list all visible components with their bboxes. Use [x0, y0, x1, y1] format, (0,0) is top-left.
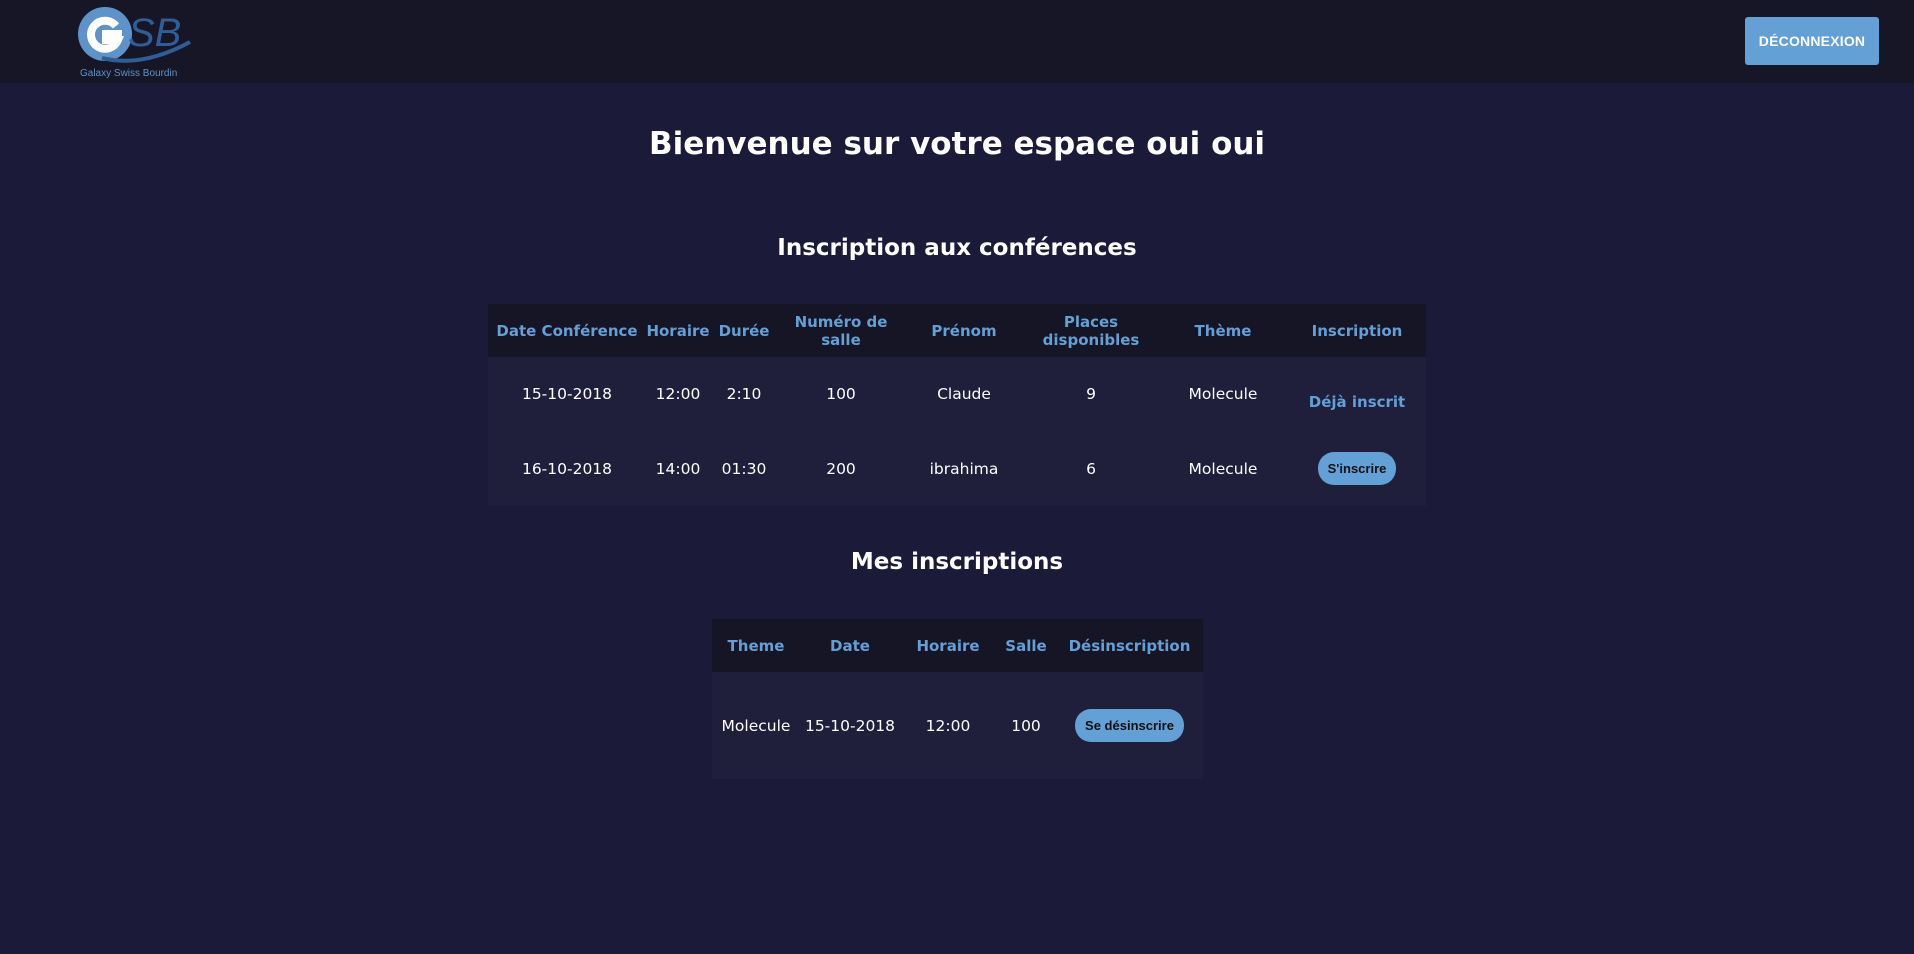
- conferences-section-title: Inscription aux conférences: [777, 235, 1137, 261]
- cell-theme: Molecule: [1158, 357, 1288, 431]
- cell-places: 9: [1024, 357, 1158, 431]
- cell-inscription: Déjà inscrit: [1288, 357, 1426, 431]
- column-header-places: Places disponibles: [1024, 304, 1158, 357]
- cell-date: 15-10-2018: [488, 357, 646, 431]
- my-registrations-table: Theme Date Horaire Salle Désinscription …: [712, 619, 1203, 779]
- already-registered-label: Déjà inscrit: [1308, 392, 1406, 411]
- register-button[interactable]: S'inscrire: [1317, 452, 1397, 485]
- cell-theme: Molecule: [1158, 431, 1288, 506]
- column-header-theme: Thème: [1158, 304, 1288, 357]
- cell-inscription: S'inscrire: [1288, 431, 1426, 506]
- cell-date: 15-10-2018: [800, 672, 900, 779]
- column-header-duree: Durée: [710, 304, 778, 357]
- page-title: Bienvenue sur votre espace oui oui: [648, 126, 1266, 162]
- column-header-salle: Numéro de salle: [778, 304, 904, 357]
- cell-desinscription: Se désinscrire: [1056, 672, 1203, 779]
- cell-horaire: 12:00: [646, 357, 710, 431]
- cell-horaire: 14:00: [646, 431, 710, 506]
- table-row: 15-10-2018 12:00 2:10 100 Claude 9 Molec…: [488, 357, 1426, 431]
- column-header-salle: Salle: [996, 619, 1056, 672]
- my-registrations-table-header: Theme Date Horaire Salle Désinscription: [712, 619, 1203, 672]
- my-registrations-section-title: Mes inscriptions: [850, 549, 1064, 575]
- cell-duree: 01:30: [710, 431, 778, 506]
- column-header-desinscription: Désinscription: [1056, 619, 1203, 672]
- gsb-logo[interactable]: SB Galaxy Swiss Bourdin: [72, 6, 196, 78]
- column-header-date: Date Conférence: [488, 304, 646, 357]
- cell-places: 6: [1024, 431, 1158, 506]
- cell-duree: 2:10: [710, 357, 778, 431]
- conferences-table-header: Date Conférence Horaire Durée Numéro de …: [488, 304, 1426, 357]
- column-header-date: Date: [800, 619, 900, 672]
- cell-salle: 100: [996, 672, 1056, 779]
- unregister-button[interactable]: Se désinscrire: [1075, 709, 1184, 742]
- cell-horaire: 12:00: [900, 672, 996, 779]
- cell-theme: Molecule: [712, 672, 800, 779]
- table-row: Molecule 15-10-2018 12:00 100 Se désinsc…: [712, 672, 1203, 779]
- cell-prenom: ibrahima: [904, 431, 1024, 506]
- logo-caption: Galaxy Swiss Bourdin: [80, 68, 177, 78]
- column-header-horaire: Horaire: [646, 304, 710, 357]
- cell-salle: 100: [778, 357, 904, 431]
- column-header-horaire: Horaire: [900, 619, 996, 672]
- cell-salle: 200: [778, 431, 904, 506]
- column-header-prenom: Prénom: [904, 304, 1024, 357]
- table-row: 16-10-2018 14:00 01:30 200 ibrahima 6 Mo…: [488, 431, 1426, 506]
- logo-sb-letters: SB: [128, 11, 181, 55]
- cell-prenom: Claude: [904, 357, 1024, 431]
- column-header-theme: Theme: [712, 619, 800, 672]
- top-navbar: SB Galaxy Swiss Bourdin DÉCONNEXION: [0, 0, 1914, 83]
- conferences-table: Date Conférence Horaire Durée Numéro de …: [488, 304, 1426, 506]
- logout-button[interactable]: DÉCONNEXION: [1745, 17, 1879, 65]
- cell-date: 16-10-2018: [488, 431, 646, 506]
- column-header-inscription: Inscription: [1288, 304, 1426, 357]
